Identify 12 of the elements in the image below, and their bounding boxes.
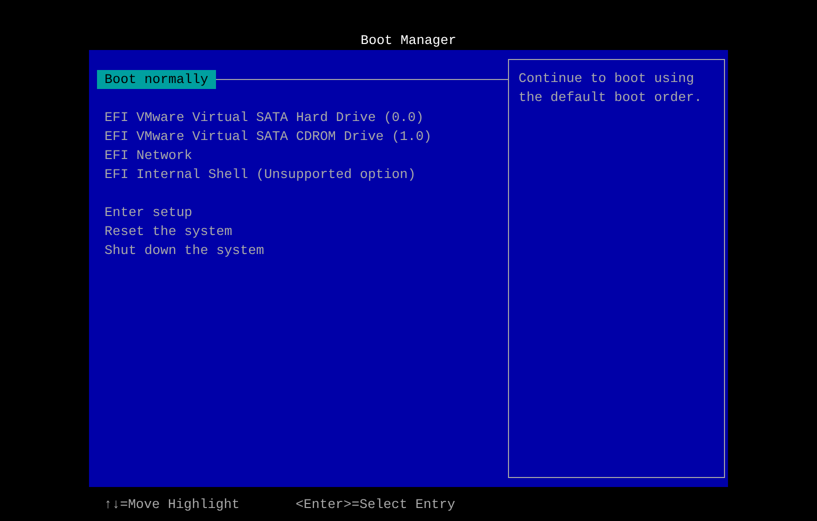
help-text: Continue to boot using the default boot order. xyxy=(518,70,704,107)
boot-menu-item[interactable]: Boot normally xyxy=(96,70,216,89)
boot-menu-item[interactable]: Reset the system xyxy=(96,222,240,241)
key-hint: <Enter>=Select Entry xyxy=(296,496,456,514)
boot-menu-item[interactable]: EFI Network xyxy=(96,146,200,165)
boot-menu-item[interactable]: EFI VMware Virtual SATA Hard Drive (0.0) xyxy=(96,108,432,127)
boot-menu-item[interactable]: EFI VMware Virtual SATA CDROM Drive (1.0) xyxy=(96,127,440,146)
boot-menu-item[interactable]: EFI Internal Shell (Unsupported option) xyxy=(96,165,424,184)
boot-menu-item[interactable]: Shut down the system xyxy=(96,241,272,260)
key-hint: ↑↓=Move Highlight xyxy=(104,496,240,514)
boot-menu-item[interactable]: Enter setup xyxy=(96,203,200,222)
window-title: Boot Manager xyxy=(360,32,456,50)
